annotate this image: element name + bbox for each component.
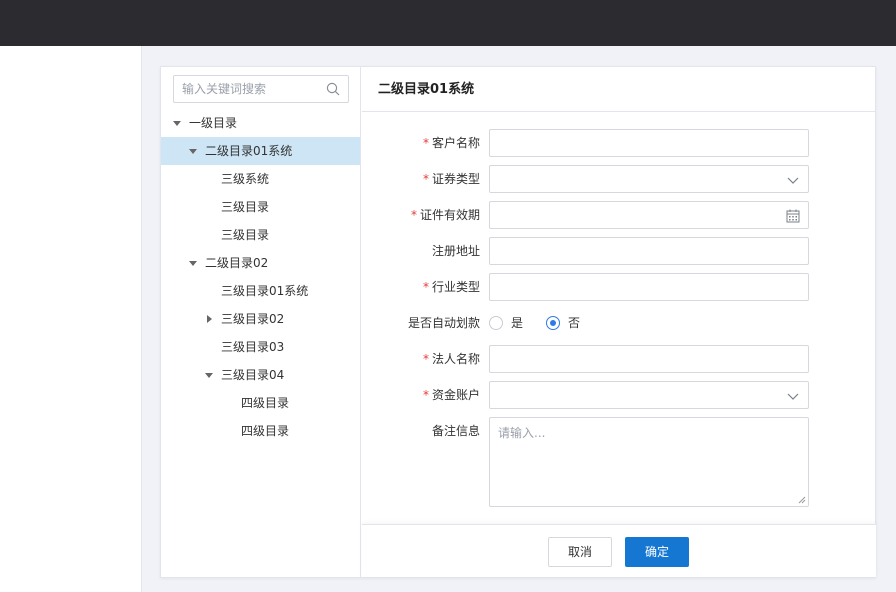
tree-node-level1[interactable]: 一级目录	[161, 109, 360, 137]
tree-node-label: 三级目录02	[221, 312, 285, 326]
tree-node-level2-02[interactable]: 二级目录02	[161, 249, 360, 277]
form-pane: 二级目录01系统 * 客户名称 * 证券类型 * 证件有效期 注册地址 * 行业…	[362, 67, 876, 577]
tree-node-label: 三级目录04	[221, 368, 285, 382]
tree-node-level4[interactable]: 四级目录	[161, 389, 360, 417]
resize-grip-icon[interactable]	[798, 496, 806, 504]
caret-down-icon[interactable]	[189, 149, 197, 154]
form-footer: 取消 确定	[362, 524, 876, 577]
row-customer-name: * 客户名称	[362, 129, 876, 157]
radio-circle-selected[interactable]	[546, 316, 560, 330]
field-label: 备注信息	[431, 424, 480, 438]
required-mark: *	[410, 208, 417, 222]
remarks-textarea[interactable]	[490, 418, 808, 506]
field-label: * 证券类型	[422, 172, 480, 186]
field-label: * 证件有效期	[410, 208, 480, 222]
caret-down-icon[interactable]	[205, 373, 213, 378]
remarks-field[interactable]	[489, 417, 809, 507]
top-bar	[0, 0, 896, 46]
tree-node-label: 四级目录	[241, 396, 290, 410]
radio-label: 否	[568, 316, 581, 330]
tree-pane: 一级目录 二级目录01系统 三级系统 三级目录 三级目录 二级目录02 三级目录…	[161, 67, 361, 577]
required-mark: *	[422, 280, 429, 294]
legal-name-input[interactable]	[490, 346, 780, 372]
tree-node-label: 二级目录01系统	[205, 144, 293, 158]
required-mark: *	[422, 352, 429, 366]
row-reg-address: 注册地址	[362, 237, 876, 265]
row-cert-type: * 证券类型	[362, 165, 876, 193]
chevron-down-icon[interactable]	[786, 173, 800, 187]
tree-node-level2-01[interactable]: 二级目录01系统	[161, 137, 360, 165]
tree-node-level4[interactable]: 四级目录	[161, 417, 360, 445]
tree-node-label: 三级目录	[221, 200, 270, 214]
tree-node-label: 三级目录01系统	[221, 284, 309, 298]
tree-node-level3[interactable]: 三级目录	[161, 221, 360, 249]
caret-down-icon[interactable]	[173, 121, 181, 126]
tree-node-label: 一级目录	[189, 116, 238, 130]
directory-tree: 一级目录 二级目录01系统 三级系统 三级目录 三级目录 二级目录02 三级目录…	[161, 109, 360, 445]
row-remarks: 备注信息	[362, 417, 876, 507]
tree-node-label: 三级目录03	[221, 340, 285, 354]
row-cert-validity: * 证件有效期	[362, 201, 876, 229]
field-label: * 法人名称	[422, 352, 480, 366]
row-legal-name: * 法人名称	[362, 345, 876, 373]
customer-name-input[interactable]	[490, 130, 780, 156]
field-label: * 客户名称	[422, 136, 480, 150]
calendar-icon[interactable]	[786, 209, 800, 223]
required-mark: *	[422, 136, 429, 150]
left-nav-panel	[0, 46, 142, 592]
tree-node-label: 四级目录	[241, 424, 290, 438]
tree-node-level3[interactable]: 三级系统	[161, 165, 360, 193]
row-auto-debit: 是否自动划款 是 否	[362, 309, 876, 337]
tree-node-level3[interactable]: 三级目录01系统	[161, 277, 360, 305]
field-label: * 资金账户	[422, 388, 480, 402]
customer-name-field[interactable]	[489, 129, 809, 157]
reg-address-input[interactable]	[490, 238, 780, 264]
field-label: 注册地址	[431, 244, 480, 258]
cert-type-select[interactable]	[489, 165, 809, 193]
fund-account-select[interactable]	[489, 381, 809, 409]
cancel-button[interactable]: 取消	[548, 537, 612, 567]
tree-node-label: 三级系统	[221, 172, 270, 186]
industry-type-field[interactable]	[489, 273, 809, 301]
confirm-button[interactable]: 确定	[625, 537, 689, 567]
row-industry-type: * 行业类型	[362, 273, 876, 301]
cert-validity-datepicker[interactable]	[489, 201, 809, 229]
tree-node-level3[interactable]: 三级目录02	[161, 305, 360, 333]
caret-down-icon[interactable]	[189, 261, 197, 266]
required-mark: *	[422, 172, 429, 186]
required-mark: *	[422, 388, 429, 402]
reg-address-field[interactable]	[489, 237, 809, 265]
search-icon[interactable]	[326, 82, 340, 96]
tree-node-level3[interactable]: 三级目录03	[161, 333, 360, 361]
tree-node-label: 二级目录02	[205, 256, 269, 270]
field-label: * 行业类型	[422, 280, 480, 294]
form-title: 二级目录01系统	[362, 67, 876, 112]
tree-search[interactable]	[173, 75, 349, 103]
search-input[interactable]	[174, 76, 320, 102]
chevron-down-icon[interactable]	[786, 389, 800, 403]
row-fund-account: * 资金账户	[362, 381, 876, 409]
caret-right-icon[interactable]	[207, 315, 212, 323]
radio-label: 是	[511, 316, 524, 330]
tree-node-label: 三级目录	[221, 228, 270, 242]
tree-node-level3[interactable]: 三级目录	[161, 193, 360, 221]
main-panel: 一级目录 二级目录01系统 三级系统 三级目录 三级目录 二级目录02 三级目录…	[160, 66, 876, 578]
radio-circle[interactable]	[489, 316, 503, 330]
tree-node-level3[interactable]: 三级目录04	[161, 361, 360, 389]
industry-type-input[interactable]	[490, 274, 780, 300]
legal-name-field[interactable]	[489, 345, 809, 373]
field-label: 是否自动划款	[407, 316, 480, 330]
